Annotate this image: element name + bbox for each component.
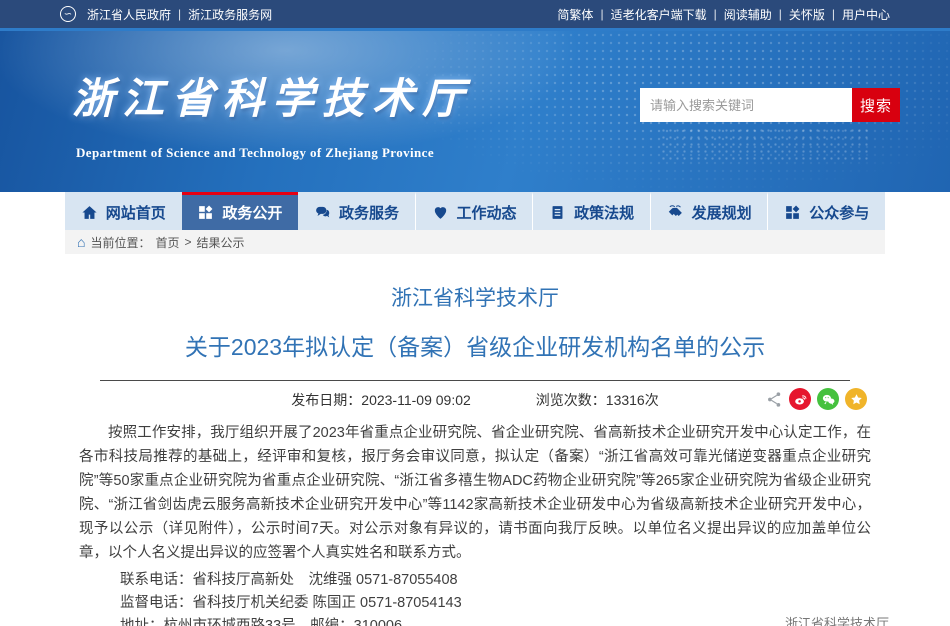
separator: | [178, 7, 181, 21]
top-utility-bar: ∽ 浙江省人民政府 | 浙江政务服务网 简繁体 | 适老化客户端下载 | 阅读辅… [0, 0, 950, 28]
nav-item-label: 政策法规 [574, 202, 634, 223]
search-input[interactable] [640, 88, 852, 122]
topbar-link-elderly-client-download[interactable]: 适老化客户端下载 [611, 6, 707, 23]
nav-item-public-participation[interactable]: 公众参与 [767, 192, 885, 230]
publish-date-label: 发布日期： [291, 392, 361, 408]
separator: | [832, 7, 835, 21]
contact-block: 联系电话：省科技厅高新处 沈维强 0571-87055408 监督电话：省科技厅… [120, 569, 885, 626]
nav-item-label: 政务服务 [339, 202, 399, 223]
topbar-link-reading-assist[interactable]: 阅读辅助 [724, 6, 772, 23]
nav-item-gov-open[interactable]: 政务公开 [182, 192, 299, 230]
topbar-left: ∽ 浙江省人民政府 | 浙江政务服务网 [60, 6, 272, 23]
document-icon [549, 204, 566, 221]
handshake-icon [667, 204, 684, 221]
qzone-share-button[interactable] [845, 388, 867, 410]
home-icon [81, 204, 98, 221]
site-title: 浙江省科学技术厅 [72, 65, 472, 126]
separator: | [779, 7, 782, 21]
address-line: 地址：杭州市环城西路33号 邮编：310006 [120, 615, 885, 626]
publish-date-value: 2023-11-09 09:02 [361, 392, 471, 408]
separator: | [600, 7, 603, 21]
nav-item-gov-service[interactable]: 政务服务 [298, 192, 415, 230]
topbar-right: 简繁体 | 适老化客户端下载 | 阅读辅助 | 关怀版 | 用户中心 [557, 6, 890, 23]
contact-phone-line: 联系电话：省科技厅高新处 沈维强 0571-87055408 [120, 569, 885, 592]
site-search: 搜索 [640, 88, 900, 122]
article-paragraph: 按照工作安排，我厅组织开展了2023年省重点企业研究院、省企业研究院、省高新技术… [65, 419, 885, 565]
view-count: 浏览次数：13316次 [536, 390, 659, 410]
nav-item-label: 网站首页 [106, 202, 166, 223]
breadcrumb-current: 结果公示 [197, 234, 245, 251]
gov-open-icon [197, 204, 214, 221]
breadcrumb-home-link[interactable]: 首页 [155, 234, 179, 251]
nav-item-label: 工作动态 [457, 202, 517, 223]
view-count-value: 13316次 [606, 392, 659, 408]
wechat-icon [821, 392, 836, 407]
zhejiang-gov-logo-icon: ∽ [60, 6, 76, 22]
qzone-star-icon [849, 392, 864, 407]
weibo-icon [793, 392, 808, 407]
topbar-link-care-version[interactable]: 关怀版 [789, 6, 825, 23]
heart-icon [432, 204, 449, 221]
banner-dot-strip [660, 127, 870, 161]
weibo-share-button[interactable] [789, 388, 811, 410]
breadcrumb-separator: > [185, 235, 192, 249]
site-banner: 浙江省科学技术厅 Department of Science and Techn… [0, 31, 950, 192]
article-signature: 浙江省科学技术厅 [785, 613, 889, 626]
nav-item-label: 政务公开 [222, 202, 282, 223]
supervision-phone-line: 监督电话：省科技厅机关纪委 陈国正 0571-87054143 [120, 592, 885, 615]
article-meta: 发布日期：2023-11-09 09:02 浏览次数：13316次 [65, 381, 885, 419]
chat-bubbles-icon [314, 204, 331, 221]
breadcrumb-home-icon: ⌂ [77, 235, 85, 249]
search-button[interactable]: 搜索 [852, 88, 900, 122]
topbar-link-simplified-traditional[interactable]: 简繁体 [557, 6, 593, 23]
topbar-link-user-center[interactable]: 用户中心 [842, 6, 890, 23]
nav-item-development-plan[interactable]: 发展规划 [650, 192, 768, 230]
separator: | [714, 7, 717, 21]
topbar-link-gov-service-net[interactable]: 浙江政务服务网 [188, 6, 272, 23]
breadcrumb-prefix: 当前位置： [90, 234, 150, 251]
nav-item-label: 发展规划 [692, 202, 752, 223]
nav-item-policies[interactable]: 政策法规 [532, 192, 650, 230]
article: 浙江省科学技术厅 关于2023年拟认定（备案）省级企业研发机构名单的公示 发布日… [65, 254, 885, 626]
share-nodes-icon[interactable] [766, 391, 783, 408]
site-subtitle-english: Department of Science and Technology of … [76, 145, 434, 161]
wechat-share-button[interactable] [817, 388, 839, 410]
breadcrumb: ⌂ 当前位置： 首页 > 结果公示 [65, 230, 885, 254]
nav-item-label: 公众参与 [809, 202, 869, 223]
participation-icon [784, 204, 801, 221]
publish-date: 发布日期：2023-11-09 09:02 [291, 390, 471, 410]
article-title-line2: 关于2023年拟认定（备案）省级企业研发机构名单的公示 [65, 328, 885, 362]
main-nav: 网站首页 政务公开 政务服务 [65, 192, 885, 230]
topbar-link-provincial-gov[interactable]: 浙江省人民政府 [87, 6, 171, 23]
view-count-label: 浏览次数： [536, 392, 606, 408]
nav-item-work-news[interactable]: 工作动态 [415, 192, 533, 230]
article-title-line1: 浙江省科学技术厅 [65, 282, 885, 312]
share-bar [766, 388, 867, 410]
page: ∽ 浙江省人民政府 | 浙江政务服务网 简繁体 | 适老化客户端下载 | 阅读辅… [0, 0, 950, 626]
nav-item-home[interactable]: 网站首页 [65, 192, 182, 230]
